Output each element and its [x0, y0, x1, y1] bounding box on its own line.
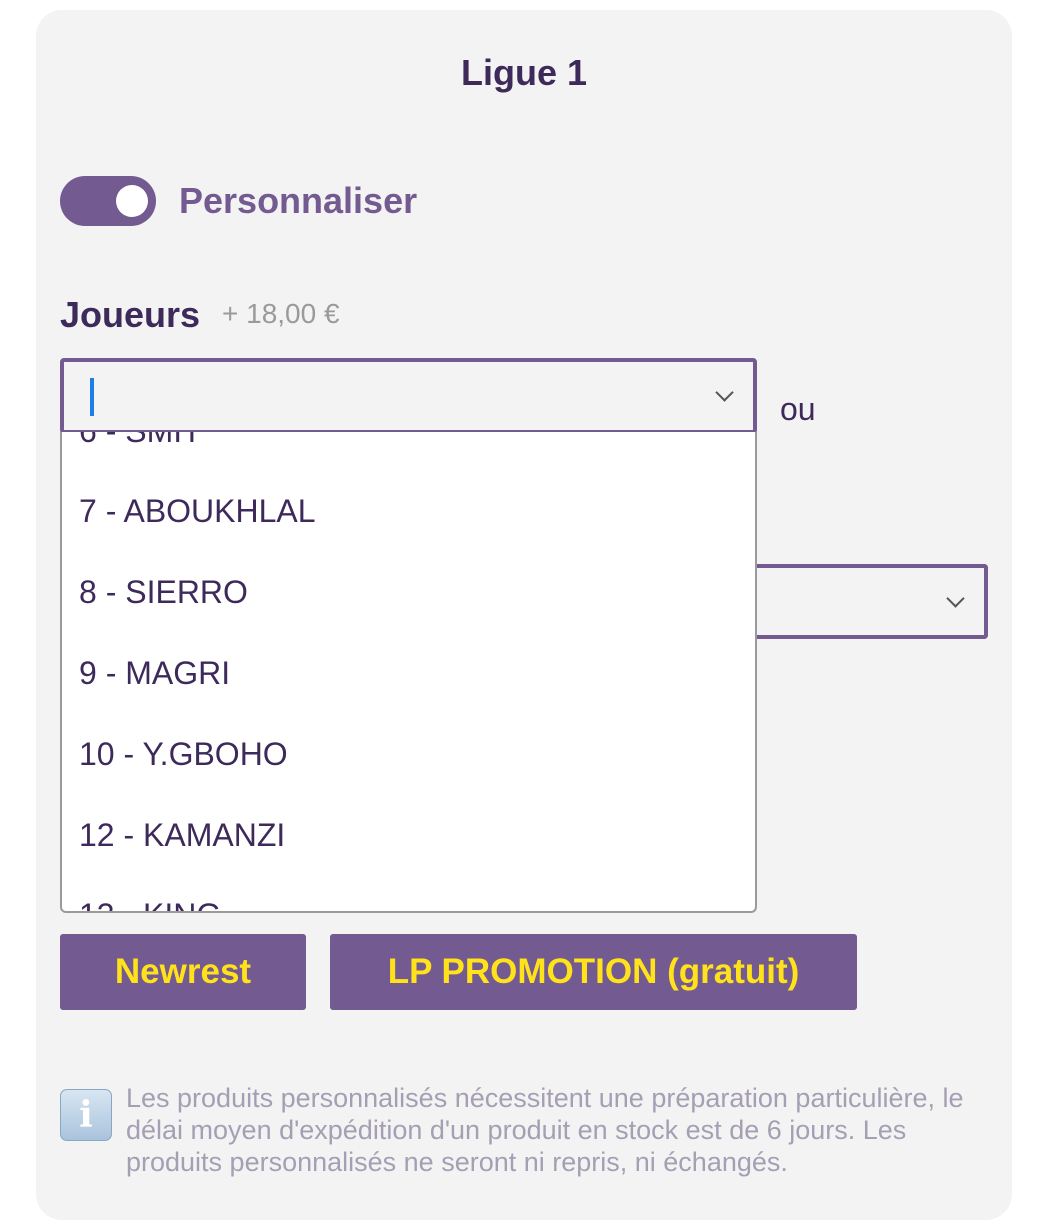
page-title: Ligue 1	[460, 52, 588, 93]
secondary-select[interactable]	[740, 564, 988, 639]
personalization-notice: Les produits personnalisés nécessitent u…	[126, 1083, 964, 1177]
dropdown-option[interactable]: 10 - Y.GBOHO	[79, 736, 288, 773]
text-cursor	[90, 378, 94, 416]
info-icon: i	[60, 1089, 112, 1141]
chevron-down-icon[interactable]	[946, 589, 965, 608]
dropdown-option[interactable]: 6 - SMIT	[79, 432, 202, 450]
chevron-down-icon[interactable]	[715, 383, 734, 402]
players-label: Joueurs	[60, 294, 201, 335]
player-select[interactable]	[60, 358, 757, 434]
dropdown-option[interactable]: 9 - MAGRI	[79, 655, 230, 692]
or-label: ou	[780, 391, 816, 427]
toggle-knob	[116, 185, 148, 217]
dropdown-option[interactable]: 12 - KAMANZI	[79, 817, 285, 854]
personalize-toggle[interactable]	[60, 176, 156, 226]
lp-promotion-button[interactable]: LP PROMOTION (gratuit)	[330, 934, 857, 1010]
dropdown-option[interactable]: 13 - KING	[79, 897, 221, 911]
newrest-button[interactable]: Newrest	[60, 934, 306, 1010]
personalize-label: Personnaliser	[179, 180, 418, 221]
dropdown-option[interactable]: 8 - SIERRO	[79, 574, 248, 611]
player-dropdown-list[interactable]: 6 - SMIT 7 - ABOUKHLAL 8 - SIERRO 9 - MA…	[60, 432, 757, 913]
players-price: + 18,00 €	[222, 298, 340, 329]
dropdown-option[interactable]: 7 - ABOUKHLAL	[79, 493, 316, 530]
